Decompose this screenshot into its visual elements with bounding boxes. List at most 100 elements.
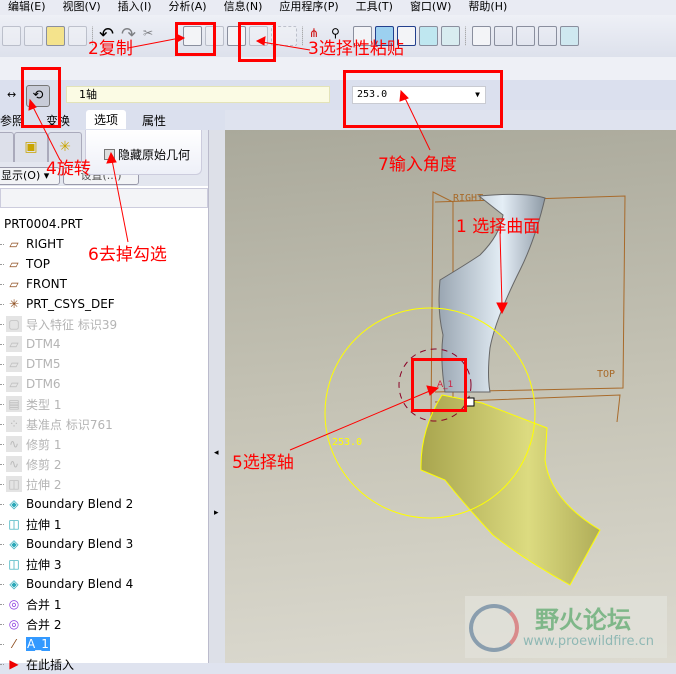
menu-edit[interactable]: 编辑(E)	[0, 0, 46, 15]
tree-item[interactable]: ▱ FRONT	[0, 274, 212, 294]
tree-item-label: 导入特征 标识39	[26, 317, 118, 332]
tree-item[interactable]: ◈ Boundary Blend 2	[0, 494, 212, 514]
tree-item[interactable]: ⁄ A_1	[0, 634, 212, 654]
tree-connector	[0, 463, 4, 465]
tab-options[interactable]: 选项	[86, 110, 127, 129]
tree-item[interactable]: ◫ 拉伸 2	[0, 474, 212, 494]
import-icon: ▢	[6, 316, 22, 332]
tree-root[interactable]: PRT0004.PRT	[0, 214, 212, 234]
datum-label-top: TOP	[597, 369, 615, 380]
save-copy-icon[interactable]	[24, 26, 43, 46]
tab-model-tree[interactable]	[0, 132, 14, 162]
datum-plane-icon: ▱	[9, 277, 19, 291]
menu-info[interactable]: 信息(N)	[216, 0, 263, 15]
tree-item-label: 修剪 1	[26, 437, 62, 452]
tree-item[interactable]: ▢ 导入特征 标识39	[0, 314, 212, 334]
regenerate-icon[interactable]	[2, 26, 21, 46]
tree-item[interactable]: ▱ DTM5	[0, 354, 212, 374]
tree-item[interactable]: ▱ DTM4	[0, 334, 212, 354]
annotation-step4: 4旋转	[46, 159, 91, 179]
menu-applications[interactable]: 应用程序(P)	[271, 0, 338, 15]
tree-item[interactable]: ◎ 合并 2	[0, 614, 212, 634]
tree-item[interactable]: ◫ 拉伸 1	[0, 514, 212, 534]
angle-highlight-box	[343, 70, 503, 128]
tree-item-label: DTM4	[26, 337, 61, 351]
tree-item[interactable]: ∿ 修剪 2	[0, 454, 212, 474]
menu-insert[interactable]: 插入(I)	[110, 0, 152, 15]
datum-label-right: RIGHT	[453, 193, 483, 204]
hide-original-geometry-label: 隐藏原始几何	[118, 148, 191, 162]
tree-item-label: TOP	[26, 257, 51, 271]
tree-connector	[0, 383, 4, 385]
tree-connector	[0, 403, 4, 405]
tree-item[interactable]: ⁘ 基准点 标识761	[0, 414, 212, 434]
tree-item[interactable]: ✳ PRT_CSYS_DEF	[0, 294, 212, 314]
tree-connector	[0, 243, 4, 245]
datum-plane-icon: ▱	[9, 257, 19, 271]
tree-item-label: 合并 2	[26, 617, 62, 632]
extrude-icon: ◫	[8, 557, 20, 571]
menu-analysis[interactable]: 分析(A)	[160, 0, 206, 15]
layer-icon[interactable]	[472, 26, 491, 46]
tree-item[interactable]: ▤ 类型 1	[0, 394, 212, 414]
tree-connector	[0, 663, 4, 665]
hide-original-geometry-checkbox[interactable]	[104, 149, 115, 160]
tree-item-label: 在此插入	[26, 657, 75, 672]
rotate-highlight-box	[21, 67, 61, 128]
menu-window[interactable]: 窗口(W)	[402, 0, 451, 15]
tree-item-label: A_1	[26, 637, 50, 651]
backup-icon[interactable]	[68, 26, 87, 46]
hidden-line-icon[interactable]	[516, 26, 535, 46]
menu-help[interactable]: 帮助(H)	[460, 0, 507, 15]
copy-move-dashboard: ↔ ⟲ 1轴 253.0 ▼	[0, 80, 676, 110]
tree-connector	[0, 323, 4, 325]
menu-tools[interactable]: 工具(T)	[348, 0, 393, 15]
no-hidden-icon[interactable]	[538, 26, 557, 46]
wireframe-icon[interactable]	[494, 26, 513, 46]
tree-item[interactable]: ◎ 合并 1	[0, 594, 212, 614]
expand-right-icon[interactable]: ▸	[214, 508, 219, 518]
translate-icon[interactable]: ↔	[7, 88, 16, 101]
datum-plane-icon: ▱	[6, 356, 22, 372]
annotation-step3: 3选择性粘贴	[308, 39, 404, 59]
dashboard-spacer	[0, 57, 676, 80]
drag-handle[interactable]	[465, 397, 475, 407]
trim-icon: ∿	[6, 456, 22, 472]
tab-folder-browser[interactable]: ▣	[14, 132, 48, 162]
annotation-step6: 6去掉勾选	[88, 245, 167, 265]
tree-item[interactable]: ◈ Boundary Blend 4	[0, 574, 212, 594]
tree-connector	[0, 583, 4, 585]
tree-item[interactable]: ∿ 修剪 1	[0, 434, 212, 454]
angle-dimension: 253.0	[332, 437, 362, 448]
tree-item-label: Boundary Blend 3	[26, 537, 134, 551]
shading-icon[interactable]	[560, 26, 579, 46]
toolbar-separator	[465, 26, 467, 46]
tree-item[interactable]: ◫ 拉伸 3	[0, 554, 212, 574]
tree-item-label: 基准点 标识761	[26, 417, 113, 432]
watermark-name: 野火论坛	[535, 606, 631, 634]
tree-item[interactable]: ◈ Boundary Blend 3	[0, 534, 212, 554]
open-folder-icon[interactable]	[46, 26, 65, 46]
axis-reference-field[interactable]: 1轴	[66, 86, 330, 103]
datum-point-icon: ⁘	[6, 416, 22, 432]
tree-connector	[0, 563, 4, 565]
tree-connector	[0, 643, 4, 645]
tree-item-label: 拉伸 1	[26, 517, 62, 532]
datum-plane-icon: ▱	[6, 376, 22, 392]
insert-component-icon[interactable]	[419, 26, 438, 46]
axis-highlight-box	[411, 358, 467, 412]
type-icon: ▤	[6, 396, 22, 412]
axis-icon: ⁄	[12, 637, 15, 651]
tree-connector	[0, 623, 4, 625]
menu-view[interactable]: 视图(V)	[55, 0, 101, 15]
tree-item[interactable]: ▶ 在此插入	[0, 654, 212, 674]
tree-item[interactable]: ▱ DTM6	[0, 374, 212, 394]
tree-item-label: RIGHT	[26, 237, 64, 251]
annotation-icon[interactable]	[441, 26, 460, 46]
panel-splitter[interactable]: ◂ ▸	[208, 130, 225, 663]
boundary-blend-icon: ◈	[9, 537, 19, 551]
cut-icon[interactable]: ✂	[143, 26, 162, 46]
collapse-left-icon[interactable]: ◂	[214, 448, 219, 458]
tab-properties[interactable]: 属性	[142, 112, 166, 129]
tree-item-label: Boundary Blend 2	[26, 497, 134, 511]
